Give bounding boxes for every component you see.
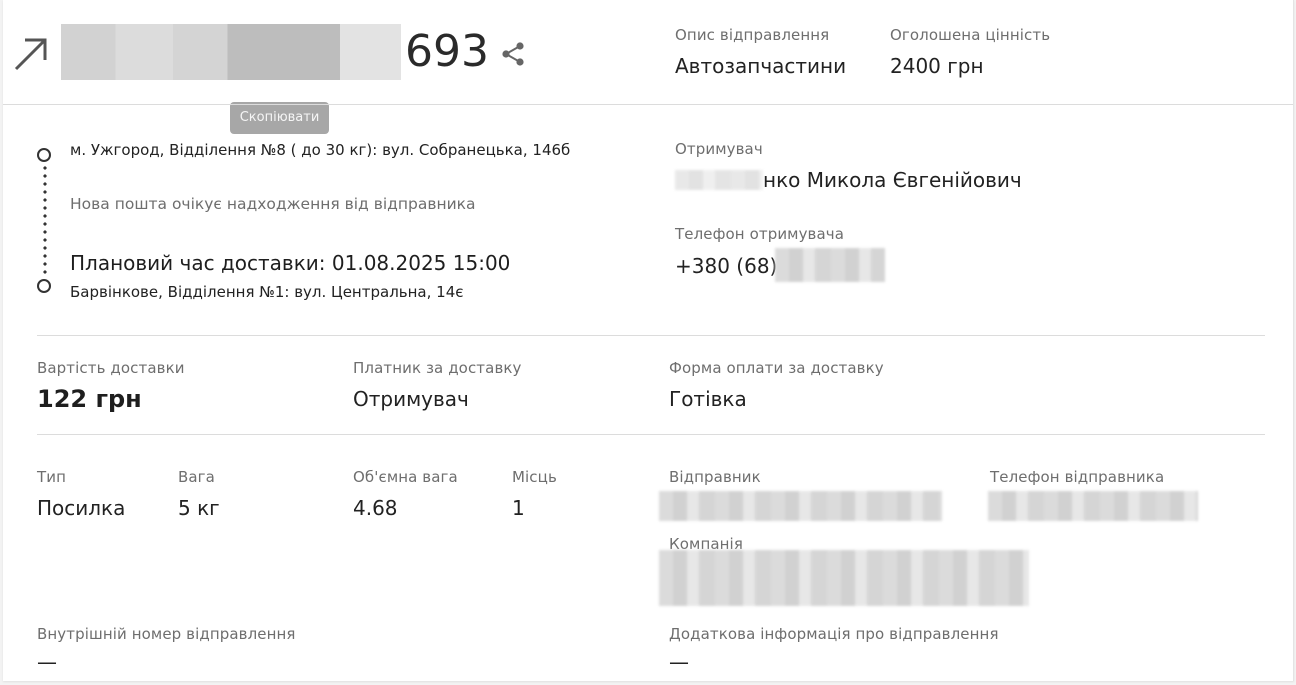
route-end-dot <box>37 279 51 293</box>
volume-weight-label: Об'ємна вага <box>353 468 458 486</box>
route-dotted-line <box>43 164 47 276</box>
route-divider <box>37 335 1265 336</box>
header-divider <box>3 104 1293 105</box>
weight-value: 5 кг <box>178 496 220 520</box>
additional-info-value: — <box>669 650 689 674</box>
route-to: Барвінкове, Відділення №1: вул. Централь… <box>70 283 464 301</box>
sender-name-redacted <box>659 491 942 521</box>
description-value: Автозапчастини <box>675 54 847 78</box>
declared-value-label: Оголошена цінність <box>890 26 1051 44</box>
description-label: Опис відправлення <box>675 26 830 44</box>
route-from: м. Ужгород, Відділення №8 ( до 30 кг): в… <box>70 141 571 159</box>
places-label: Місць <box>512 468 557 486</box>
expand-arrow-icon[interactable] <box>11 34 51 74</box>
shipment-card: 693 Скопіювати Опис відправлення Автозап… <box>3 0 1294 681</box>
ttn-number-redacted <box>61 24 401 80</box>
sender-phone-redacted <box>988 491 1198 521</box>
sender-label: Відправник <box>669 468 761 486</box>
internal-number-value: — <box>37 650 57 674</box>
places-value: 1 <box>512 496 525 520</box>
type-value: Посилка <box>37 496 126 520</box>
sender-phone-label: Телефон відправника <box>990 468 1165 486</box>
payment-divider <box>37 434 1265 435</box>
recipient-phone-label: Телефон отримувача <box>675 225 845 243</box>
ttn-number[interactable]: 693 <box>405 24 489 80</box>
recipient-phone[interactable]: +380 (68) <box>675 254 777 278</box>
route-status: Нова пошта очікує надходження від відпра… <box>70 195 476 213</box>
recipient-name: нко Микола Євгенійович <box>763 168 1022 192</box>
declared-value: 2400 грн <box>890 54 984 78</box>
payment-form-value: Готівка <box>669 387 747 411</box>
volume-weight-value: 4.68 <box>353 496 398 520</box>
payment-form-label: Форма оплати за доставку <box>669 359 884 377</box>
company-redacted <box>659 550 1029 606</box>
payer-label: Платник за доставку <box>353 359 522 377</box>
recipient-phone-redacted <box>775 248 885 282</box>
payer-value: Отримувач <box>353 387 469 411</box>
additional-info-label: Додаткова інформація про відправлення <box>669 625 999 643</box>
internal-number-label: Внутрішній номер відправлення <box>37 625 296 643</box>
weight-label: Вага <box>178 468 215 486</box>
recipient-name-redacted <box>675 170 763 190</box>
cost-value: 122 грн <box>37 385 142 413</box>
planned-delivery: Плановий час доставки: 01.08.2025 15:00 <box>70 251 511 275</box>
type-label: Тип <box>37 468 67 486</box>
cost-label: Вартість доставки <box>37 359 185 377</box>
recipient-label: Отримувач <box>675 140 763 158</box>
copy-tooltip: Скопіювати <box>230 102 329 134</box>
route-start-dot <box>37 148 51 162</box>
share-icon[interactable] <box>499 40 527 68</box>
